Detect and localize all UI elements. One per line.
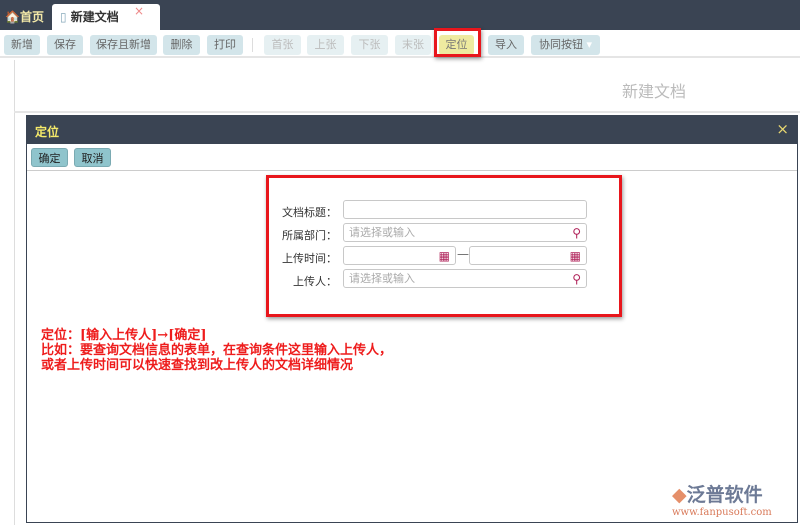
annotation-text: 定位：[输入上传人]→[确定] 比如：要查询文档信息的表单，在查询条件这里输入上… bbox=[41, 328, 393, 373]
first-button[interactable]: 首张 bbox=[264, 35, 301, 55]
home-icon: 🏠 bbox=[5, 10, 20, 24]
divider bbox=[14, 111, 800, 113]
tab-home[interactable]: 🏠首页 bbox=[5, 4, 44, 30]
dialog-header: 定位 × bbox=[27, 116, 797, 144]
collab-dropdown-button[interactable]: 协同按钮 ▾ bbox=[531, 35, 600, 55]
close-tab-icon[interactable]: × bbox=[134, 0, 144, 24]
import-button[interactable]: 导入 bbox=[488, 35, 524, 55]
highlight-box bbox=[434, 28, 481, 57]
save-and-add-button[interactable]: 保存且新增 bbox=[90, 35, 157, 55]
chevron-down-icon: ▾ bbox=[586, 38, 593, 51]
last-button[interactable]: 末张 bbox=[395, 35, 431, 55]
close-icon[interactable]: × bbox=[776, 120, 789, 138]
separator bbox=[252, 38, 253, 52]
logo: ◆泛普软件 www.fanpusoft.com bbox=[672, 484, 772, 518]
tab-new-document[interactable]: ▯ 新建文档 × bbox=[52, 4, 160, 30]
delete-button[interactable]: 删除 bbox=[163, 35, 200, 55]
prev-button[interactable]: 上张 bbox=[307, 35, 344, 55]
next-button[interactable]: 下张 bbox=[351, 35, 388, 55]
add-button[interactable]: 新增 bbox=[4, 35, 40, 55]
top-bar: 🏠首页 ▯ 新建文档 × bbox=[0, 0, 800, 30]
cancel-button[interactable]: 取消 bbox=[74, 148, 111, 167]
page-title: 新建文档 bbox=[622, 82, 687, 101]
print-button[interactable]: 打印 bbox=[207, 35, 243, 55]
save-button[interactable]: 保存 bbox=[47, 35, 83, 55]
dialog-title: 定位 bbox=[35, 125, 60, 139]
toolbar: 新增 保存 保存且新增 删除 打印 首张 上张 下张 末张 定位 导入 协同按钮… bbox=[0, 30, 800, 58]
dialog-toolbar: 确定 取消 bbox=[27, 144, 797, 171]
document-icon: ▯ bbox=[60, 10, 67, 24]
highlight-box bbox=[266, 175, 622, 317]
ok-button[interactable]: 确定 bbox=[31, 148, 68, 167]
logo-icon: ◆ bbox=[672, 484, 687, 506]
